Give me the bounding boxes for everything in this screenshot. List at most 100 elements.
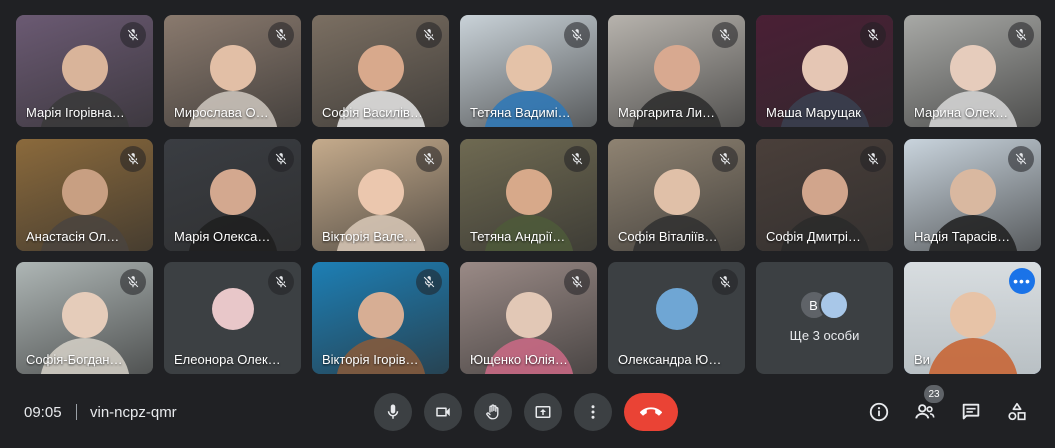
- mic-off-icon: [571, 153, 583, 165]
- participant-tile[interactable]: Маргарита Ли…: [608, 15, 745, 127]
- people-icon: [915, 404, 935, 419]
- participant-tile[interactable]: Олександра Ю…: [608, 262, 745, 374]
- participant-avatar: [211, 288, 254, 330]
- participant-avatar: [818, 290, 849, 320]
- muted-indicator: [268, 146, 294, 172]
- participant-name: Софія-Богдан…: [26, 352, 123, 367]
- muted-indicator: [268, 22, 294, 48]
- participant-tile[interactable]: Марина Олек…: [904, 15, 1041, 127]
- muted-indicator: [416, 146, 442, 172]
- muted-indicator: [860, 146, 886, 172]
- participant-name: Вікторія Ігорів…: [322, 352, 419, 367]
- mic-off-icon: [423, 276, 435, 288]
- participant-name: Маргарита Ли…: [618, 105, 716, 120]
- mic-off-icon: [571, 276, 583, 288]
- mic-off-icon: [275, 153, 287, 165]
- participant-tile[interactable]: Маша Марущак: [756, 15, 893, 127]
- participant-tile[interactable]: Марія Ігорівна…: [16, 15, 153, 127]
- more-participants-tile[interactable]: В Ще 3 особи: [756, 262, 893, 374]
- mic-off-icon: [275, 276, 287, 288]
- participant-tile[interactable]: Марія Олекса…: [164, 139, 301, 251]
- info-icon: [869, 402, 889, 422]
- muted-indicator: [564, 22, 590, 48]
- participant-tile[interactable]: Вікторія Вале…: [312, 139, 449, 251]
- participant-name: Маша Марущак: [766, 105, 861, 120]
- participant-avatar: [655, 288, 698, 330]
- muted-indicator: [712, 146, 738, 172]
- participant-name: Софія Віталіїв…: [618, 229, 718, 244]
- muted-indicator: [416, 22, 442, 48]
- present-button[interactable]: [524, 393, 562, 431]
- participant-tile[interactable]: Тетяна Андрії…: [460, 139, 597, 251]
- chat-button[interactable]: [958, 399, 984, 425]
- bottom-bar: 09:05 vin-ncpz-qmr 23: [0, 385, 1055, 440]
- more-horiz-icon[interactable]: •••: [1009, 268, 1035, 294]
- meeting-code: vin-ncpz-qmr: [90, 404, 177, 421]
- participant-name: Ющенко Юлія…: [470, 352, 568, 367]
- participants-count-badge: 23: [924, 385, 944, 403]
- muted-indicator: [564, 269, 590, 295]
- meeting-details-button[interactable]: [866, 399, 892, 425]
- more-vert-icon: [591, 405, 595, 419]
- mic-off-icon: [719, 276, 731, 288]
- participant-tile[interactable]: Елеонора Олек…: [164, 262, 301, 374]
- muted-indicator: [416, 269, 442, 295]
- participant-tile[interactable]: Вікторія Ігорів…: [312, 262, 449, 374]
- videocam-icon: [436, 407, 450, 417]
- raise-hand-button[interactable]: [474, 393, 512, 431]
- meeting-time: 09:05: [24, 404, 62, 421]
- muted-indicator: [268, 269, 294, 295]
- leave-call-button[interactable]: [624, 393, 678, 431]
- participant-tile[interactable]: Тетяна Вадимі…: [460, 15, 597, 127]
- muted-indicator: [712, 269, 738, 295]
- participant-tile[interactable]: Надія Тарасів…: [904, 139, 1041, 251]
- muted-indicator: [120, 269, 146, 295]
- mic-off-icon: [1015, 29, 1027, 41]
- participant-tile[interactable]: Софія Дмитрі…: [756, 139, 893, 251]
- mic-off-icon: [571, 29, 583, 41]
- participant-grid: Марія Ігорівна… Мирослава О… Софія Василів…: [16, 15, 1043, 375]
- more-participants-label: Ще 3 особи: [789, 328, 860, 343]
- camera-button[interactable]: [424, 393, 462, 431]
- muted-indicator: [860, 22, 886, 48]
- muted-indicator: [564, 146, 590, 172]
- participant-name: Олександра Ю…: [618, 352, 722, 367]
- mic-off-icon: [127, 153, 139, 165]
- participant-tile[interactable]: Мирослава О…: [164, 15, 301, 127]
- participant-tile[interactable]: Софія-Богдан…: [16, 262, 153, 374]
- microphone-button[interactable]: [374, 393, 412, 431]
- more-participants-avatars: В: [798, 290, 859, 320]
- participant-tile[interactable]: Анастасія Ол…: [16, 139, 153, 251]
- participant-tile[interactable]: Софія Василів…: [312, 15, 449, 127]
- participant-name: Елеонора Олек…: [174, 352, 281, 367]
- muted-indicator: [712, 22, 738, 48]
- mic-off-icon: [423, 29, 435, 41]
- muted-indicator: [120, 22, 146, 48]
- participant-name: Анастасія Ол…: [26, 229, 120, 244]
- participant-name: Софія Василів…: [322, 105, 423, 120]
- activities-button[interactable]: [1004, 399, 1030, 425]
- mic-off-icon: [1015, 153, 1027, 165]
- muted-indicator: [120, 146, 146, 172]
- self-view-tile[interactable]: ••• Ви: [904, 262, 1041, 374]
- raise-hand-icon: [486, 404, 499, 420]
- participant-name: Тетяна Андрії…: [470, 229, 566, 244]
- mic-off-icon: [719, 153, 731, 165]
- participant-name: Марина Олек…: [914, 105, 1009, 120]
- mic-off-icon: [719, 29, 731, 41]
- mic-off-icon: [127, 29, 139, 41]
- chat-icon: [962, 403, 980, 420]
- participant-tile[interactable]: Ющенко Юлія…: [460, 262, 597, 374]
- participant-name: Тетяна Вадимі…: [470, 105, 571, 120]
- muted-indicator: [1008, 146, 1034, 172]
- participant-name: Мирослава О…: [174, 105, 269, 120]
- participant-name: Вікторія Вале…: [322, 229, 417, 244]
- participant-name: Марія Ігорівна…: [26, 105, 125, 120]
- participant-tile[interactable]: Софія Віталіїв…: [608, 139, 745, 251]
- participant-name: Марія Олекса…: [174, 229, 271, 244]
- mic-off-icon: [867, 153, 879, 165]
- mic-icon: [387, 404, 399, 419]
- mic-off-icon: [275, 29, 287, 41]
- more-options-button[interactable]: [574, 393, 612, 431]
- participant-name: Софія Дмитрі…: [766, 229, 861, 244]
